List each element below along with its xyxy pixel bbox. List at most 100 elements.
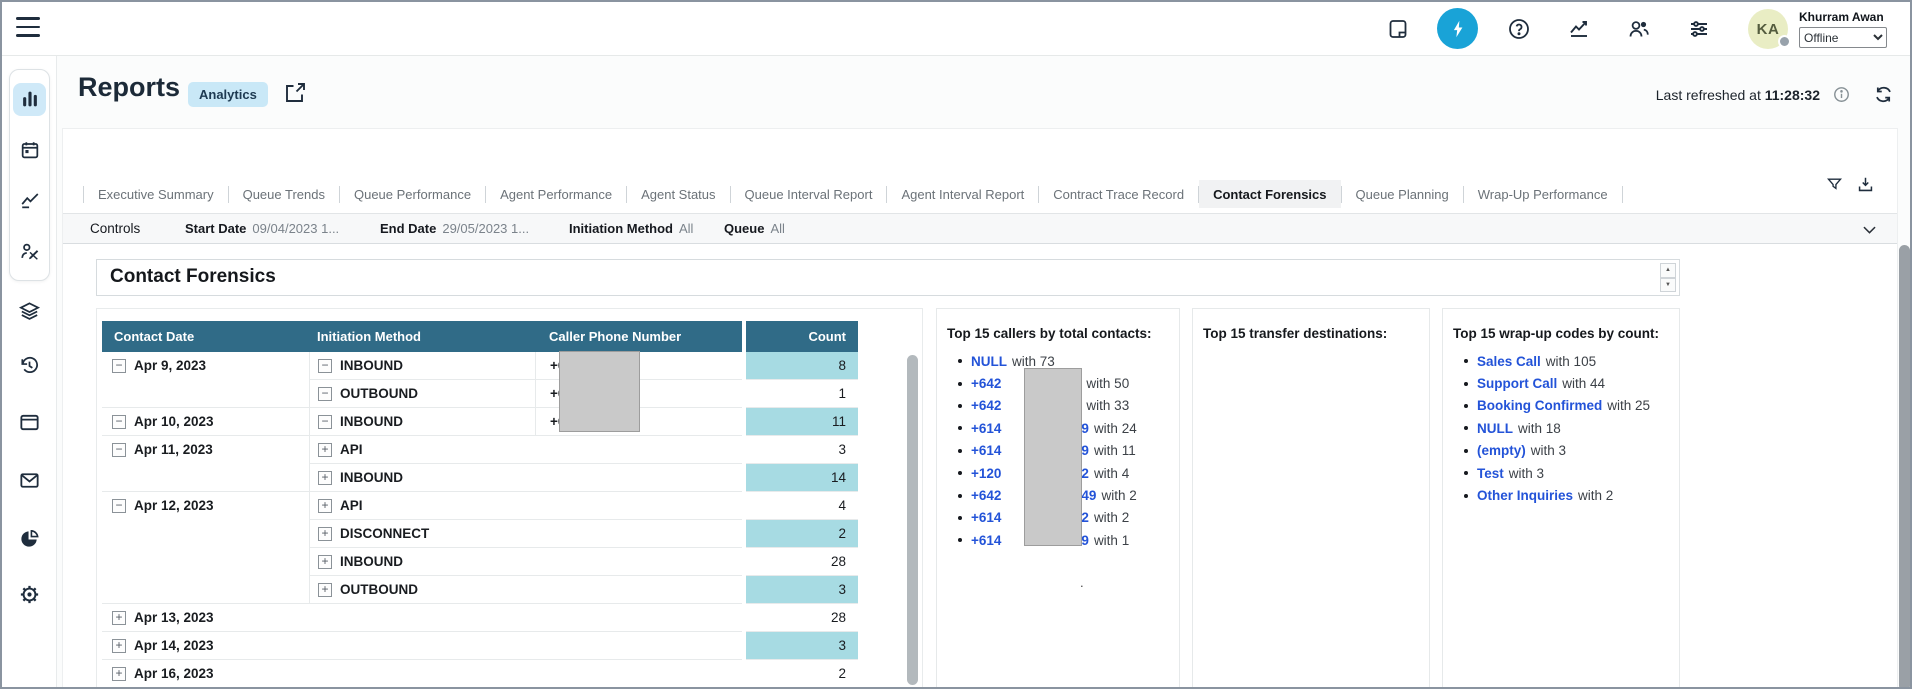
bullet-icon <box>958 404 962 408</box>
item-link-suffix[interactable]: 9 <box>1081 533 1089 548</box>
item-link[interactable]: +614 <box>971 421 1001 436</box>
expand-icon[interactable]: + <box>318 555 332 569</box>
sidebar-item-workspace[interactable] <box>18 410 42 434</box>
item-link[interactable]: +642 <box>971 398 1001 413</box>
item-link[interactable]: +642 <box>971 376 1001 391</box>
item-link[interactable]: Support Call <box>1477 376 1557 391</box>
collapse-icon[interactable]: − <box>318 387 332 401</box>
collapse-icon[interactable]: − <box>112 359 126 373</box>
bullet-icon <box>1464 494 1468 498</box>
item-link[interactable]: NULL <box>1477 421 1513 436</box>
item-link[interactable]: +614 <box>971 533 1001 548</box>
contact-date-value: Apr 9, 2023 <box>134 358 206 373</box>
tab-queue-trends[interactable]: Queue Trends <box>229 180 339 208</box>
col-header-caller-phone[interactable]: Caller Phone Number <box>535 321 742 352</box>
item-link[interactable]: (empty) <box>1477 443 1526 458</box>
col-header-count[interactable]: Count <box>746 321 858 352</box>
sidebar-item-schedule[interactable] <box>13 133 46 166</box>
menu-hamburger-icon[interactable] <box>16 17 40 37</box>
control-filter-start-date[interactable]: Start Date09/04/2023 1... <box>185 221 339 236</box>
expand-icon[interactable]: + <box>318 583 332 597</box>
tab-wrap-up-performance[interactable]: Wrap-Up Performance <box>1464 180 1622 208</box>
expand-icon[interactable]: + <box>318 499 332 513</box>
item-link-suffix[interactable]: 2 <box>1081 510 1089 525</box>
sidebar-item-designer[interactable] <box>13 234 46 267</box>
tab-queue-performance[interactable]: Queue Performance <box>340 180 485 208</box>
quick-actions-icon[interactable] <box>1437 8 1478 49</box>
item-link[interactable]: +120 <box>971 466 1001 481</box>
page-scrollbar-thumb[interactable] <box>1899 245 1910 689</box>
item-link[interactable]: Sales Call <box>1477 354 1541 369</box>
tab-contract-trace-record[interactable]: Contract Trace Record <box>1039 180 1198 208</box>
sidebar-item-flows[interactable] <box>18 299 42 323</box>
control-filter-end-date[interactable]: End Date29/05/2023 1... <box>380 221 529 236</box>
filter-value: 09/04/2023 1... <box>252 221 339 236</box>
col-header-contact-date[interactable]: Contact Date <box>102 321 309 352</box>
refresh-icon[interactable] <box>1873 84 1894 105</box>
item-link[interactable]: Booking Confirmed <box>1477 398 1602 413</box>
item-link[interactable]: Test <box>1477 466 1504 481</box>
collapse-icon[interactable]: − <box>112 443 126 457</box>
tab-queue-planning[interactable]: Queue Planning <box>1342 180 1463 208</box>
sidebar-item-history[interactable] <box>18 353 42 377</box>
external-link-icon[interactable] <box>283 81 307 105</box>
info-icon[interactable] <box>1833 86 1850 103</box>
collapse-icon[interactable]: − <box>318 415 332 429</box>
cell-contact-date <box>102 520 309 548</box>
agent-status-select[interactable]: Offline <box>1799 27 1887 48</box>
cell-count: 3 <box>746 436 858 464</box>
item-link-suffix[interactable]: 9 <box>1081 443 1089 458</box>
collapse-icon[interactable]: − <box>112 415 126 429</box>
notes-icon[interactable] <box>1386 17 1410 41</box>
stepper-up-icon[interactable]: ▲ <box>1660 263 1676 278</box>
item-link-suffix[interactable]: 2 <box>1081 466 1089 481</box>
tab-queue-interval-report[interactable]: Queue Interval Report <box>731 180 887 208</box>
control-filter-initiation-method[interactable]: Initiation MethodAll <box>569 221 693 236</box>
filter-icon[interactable] <box>1826 175 1843 194</box>
help-icon[interactable] <box>1507 17 1531 41</box>
cell-count: 2 <box>746 520 858 548</box>
expand-icon[interactable]: + <box>318 443 332 457</box>
sidebar-item-dashboards[interactable] <box>18 526 42 550</box>
control-filter-queue[interactable]: QueueAll <box>724 221 785 236</box>
settings-sliders-icon[interactable] <box>1687 17 1711 41</box>
expand-icon[interactable]: + <box>318 471 332 485</box>
agent-edit-icon <box>19 240 41 262</box>
sidebar-item-settings[interactable] <box>18 582 42 606</box>
item-link[interactable]: NULL <box>971 354 1007 369</box>
metrics-icon[interactable] <box>1567 17 1591 41</box>
table-body: −Apr 9, 2023−INBOUND+6428−OUTBOUND+6421−… <box>102 352 858 688</box>
table-scrollbar-thumb[interactable] <box>907 355 918 685</box>
item-link-suffix[interactable]: 49 <box>1081 488 1096 503</box>
collapse-icon[interactable]: − <box>318 359 332 373</box>
sidebar-item-mail[interactable] <box>18 468 42 492</box>
item-count-text: with 50 <box>1086 376 1129 391</box>
table-row: +INBOUND28 <box>102 548 858 576</box>
layers-icon <box>18 300 41 323</box>
col-header-initiation-method[interactable]: Initiation Method <box>309 321 535 352</box>
expand-icon[interactable]: + <box>112 639 126 653</box>
item-link[interactable]: +642 <box>971 488 1001 503</box>
chevron-down-icon[interactable] <box>1860 220 1879 239</box>
agents-icon[interactable] <box>1627 17 1651 41</box>
collapse-icon[interactable]: − <box>112 499 126 513</box>
item-link[interactable]: +614 <box>971 510 1001 525</box>
expand-icon[interactable]: + <box>318 527 332 541</box>
tab-agent-status[interactable]: Agent Status <box>627 180 729 208</box>
item-link-suffix[interactable]: 9 <box>1081 421 1089 436</box>
sidebar <box>2 56 57 687</box>
item-link[interactable]: +614 <box>971 443 1001 458</box>
tab-agent-interval-report[interactable]: Agent Interval Report <box>887 180 1038 208</box>
download-icon[interactable] <box>1856 175 1875 194</box>
tab-contact-forensics[interactable]: Contact Forensics <box>1199 180 1340 208</box>
expand-icon[interactable]: + <box>112 611 126 625</box>
expand-icon[interactable]: + <box>112 667 126 681</box>
window-icon <box>18 411 41 434</box>
stepper-down-icon[interactable]: ▼ <box>1660 278 1676 293</box>
tab-executive-summary[interactable]: Executive Summary <box>84 180 228 208</box>
sidebar-item-reports[interactable] <box>13 83 46 116</box>
tab-agent-performance[interactable]: Agent Performance <box>486 180 626 208</box>
initiation-method-value: INBOUND <box>340 358 403 373</box>
item-link[interactable]: Other Inquiries <box>1477 488 1573 503</box>
sidebar-item-analytics[interactable] <box>13 184 46 217</box>
